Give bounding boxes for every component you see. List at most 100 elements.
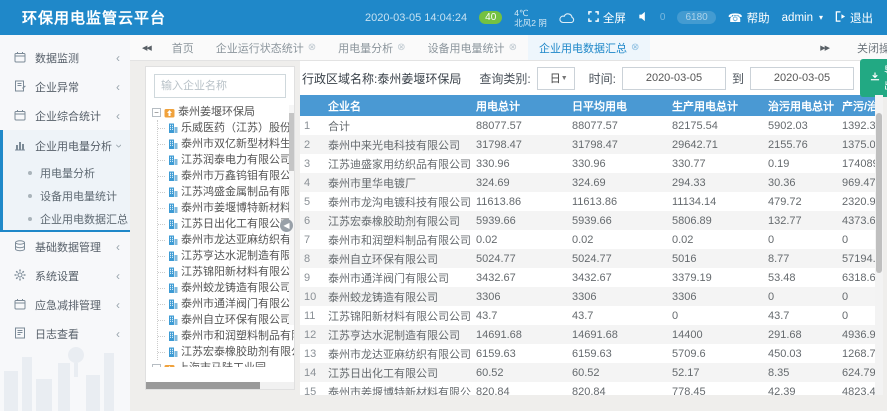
table-row[interactable]: 7泰州市和润塑料制品有限公司0.020.020.0200 [300, 230, 875, 249]
tree-company-node[interactable]: 乐威医药（江苏）股份有限公司 [158, 120, 294, 136]
table-cell: 泰州蛟龙铸造有限公司 [324, 287, 472, 306]
chevron-left-icon: ‹ [116, 52, 120, 64]
tree-company-node[interactable]: 江苏日出化工有限公司 [158, 216, 294, 232]
tab-1[interactable]: 企业运行状态统计⊗ [205, 35, 327, 61]
table-row[interactable]: 15泰州市姜堰博特新材料有限公司820.84820.84778.4542.394… [300, 382, 875, 395]
sidebar-subitem-1[interactable]: 设备用电量统计 [3, 184, 130, 207]
table-cell: 3306 [472, 287, 568, 306]
table-row[interactable]: 11江苏锦阳新材料有限公司公司43.743.7043.70 [300, 306, 875, 325]
tree-company-node[interactable]: 泰州自立环保有限公司 [158, 312, 294, 328]
tab-4[interactable]: 企业用电数据汇总⊗ [528, 35, 650, 61]
table-cell: 合计 [324, 116, 472, 135]
table-row[interactable]: 14江苏日出化工有限公司60.5260.5252.178.35624.79 [300, 363, 875, 382]
tree-company-node[interactable]: 泰州市姜堰博特新材料有限公司 [158, 200, 294, 216]
tree-company-node[interactable]: 江苏鸿盛金属制品有限公司 [158, 184, 294, 200]
row-index-cell: 1 [300, 116, 324, 135]
row-index-cell: 3 [300, 154, 324, 173]
chevron-left-icon: ‹ [116, 110, 120, 122]
table-cell: 0.19 [764, 154, 838, 173]
tree-children: 乐威医药（江苏）股份有限公司泰州市双亿新型材料生产有限公司江苏润泰电力有限公司泰… [157, 120, 294, 360]
tree-vertical-scrollbar[interactable] [289, 105, 294, 325]
table-row[interactable]: 10泰州蛟龙铸造有限公司33063306330600 [300, 287, 875, 306]
table-vertical-scrollbar[interactable] [875, 95, 883, 395]
export-button[interactable]: 导出 [860, 59, 887, 97]
table-cell: 5709.6 [668, 344, 764, 363]
date-to-input[interactable] [750, 67, 854, 90]
table-row[interactable]: 8泰州自立环保有限公司5024.775024.7750168.7757194.9… [300, 249, 875, 268]
tree-node-label: 泰州姜堰环保局 [178, 104, 255, 120]
table-cell: 479.72 [764, 192, 838, 211]
table-cell: 11134.14 [668, 192, 764, 211]
tree-company-node[interactable]: 江苏亨达水泥制造有限公司 [158, 248, 294, 264]
tree-company-node[interactable]: 泰州市和润塑料制品有限公司 [158, 328, 294, 344]
tree-expand-toggle[interactable]: − [152, 108, 161, 117]
sidebar-item-5[interactable]: 系统设置‹ [0, 261, 130, 290]
tree-company-node[interactable]: 泰州市双亿新型材料生产有限公司 [158, 136, 294, 152]
sidebar-subitem-2[interactable]: 企业用电数据汇总 [3, 207, 130, 230]
tree-company-node[interactable]: 泰州市通洋阀门有限公司 [158, 296, 294, 312]
wind: 北风2 [514, 18, 536, 28]
chevron-left-icon: ‹ [116, 81, 120, 93]
table-cell: 5902.03 [764, 116, 838, 135]
tree-company-node[interactable]: 江苏润泰电力有限公司 [158, 152, 294, 168]
tree-horizontal-scrollbar[interactable] [146, 382, 294, 389]
logout-button[interactable]: 退出 [835, 10, 873, 26]
tab-0[interactable]: 首页 [161, 35, 205, 61]
speaker-icon[interactable] [638, 9, 648, 27]
table-row[interactable]: 9泰州市通洋阀门有限公司3432.673432.673379.1953.4863… [300, 268, 875, 287]
table-row[interactable]: 1合计88077.5788077.5782175.545902.031392.3… [300, 116, 875, 135]
table-cell: 0 [838, 287, 875, 306]
tab-close-icon[interactable]: ⊗ [631, 42, 639, 53]
table-row[interactable]: 2泰州中来光电科技有限公司31798.4731798.4729642.71215… [300, 135, 875, 154]
sidebar-item-3[interactable]: 企业用电量分析‹ [3, 130, 130, 161]
user-menu[interactable]: admin ▾ [782, 12, 823, 24]
tree-company-node[interactable]: 泰州市龙达亚麻纺织有限公司 [158, 232, 294, 248]
tree-collapse-button[interactable]: ◀ [280, 219, 293, 232]
fullscreen-button[interactable]: 全屏 [588, 10, 626, 26]
table-row[interactable]: 12江苏亨达水泥制造有限公司14691.6814691.6814400291.6… [300, 325, 875, 344]
table-row[interactable]: 3江苏迪盛家用纺织品有限公司330.96330.96330.770.191740… [300, 154, 875, 173]
tree-company-node[interactable]: 江苏锦阳新材料有限公司公司 [158, 264, 294, 280]
tab-close-icon[interactable]: ⊗ [509, 42, 517, 53]
table-cell: 82175.54 [668, 116, 764, 135]
sidebar-item-label: 企业综合统计 [35, 108, 101, 124]
scroll-tabs-left-button[interactable]: ◀◀ [130, 44, 161, 52]
sidebar-item-6[interactable]: 应急减排管理‹ [0, 290, 130, 319]
close-operations-menu[interactable]: 关闭操作 [857, 40, 887, 56]
table-cell: 31798.47 [472, 135, 568, 154]
tree-connector [158, 160, 165, 161]
help-button[interactable]: ☎ 帮助 [728, 10, 770, 26]
table-cell: 11613.86 [472, 192, 568, 211]
table-cell: 5016 [668, 249, 764, 268]
table-cell: 14400 [668, 325, 764, 344]
company-search-input[interactable] [154, 74, 286, 98]
table-row[interactable]: 13泰州市龙达亚麻纺织有限公司6159.636159.635709.6450.0… [300, 344, 875, 363]
tree-root-node[interactable]: −上海市马陆工业园 [152, 360, 294, 367]
sidebar-item-0[interactable]: 数据监测‹ [0, 43, 130, 72]
table-cell: 624.79 [838, 363, 875, 382]
sidebar-item-1[interactable]: 企业异常‹ [0, 72, 130, 101]
table-cell: 0.02 [668, 230, 764, 249]
sidebar-item-2[interactable]: 企业综合统计 ‹ [0, 101, 130, 130]
scroll-tabs-right-button[interactable]: ▶▶ [808, 44, 839, 52]
table-row[interactable]: 4泰州市里华电镀厂324.69324.69294.3330.36969.47 [300, 173, 875, 192]
table-cell: 324.69 [568, 173, 668, 192]
building-icon [168, 171, 178, 181]
tab-close-icon[interactable]: ⊗ [397, 42, 405, 53]
tree-root-node[interactable]: − 泰州姜堰环保局 [152, 104, 294, 120]
query-type-select[interactable]: 日 ▼ [537, 67, 575, 90]
tree-company-node[interactable]: 江苏宏泰橡胶助剂有限公司 [158, 344, 294, 360]
tab-close-icon[interactable]: ⊗ [308, 42, 316, 53]
sidebar-subitem-0[interactable]: 用电量分析 [3, 161, 130, 184]
date-from-input[interactable] [622, 67, 726, 90]
tree-company-node[interactable]: 泰州市万鑫钨钼有限公司 [158, 168, 294, 184]
table-row[interactable]: 6江苏宏泰橡胶助剂有限公司5939.665939.665806.89132.77… [300, 211, 875, 230]
tab-3[interactable]: 设备用电量统计⊗ [417, 35, 528, 61]
tab-2[interactable]: 用电量分析⊗ [327, 35, 416, 61]
building-icon [168, 283, 178, 293]
table-row[interactable]: 5泰州市龙沟电镀科技有限公司11613.8611613.8611134.1447… [300, 192, 875, 211]
sidebar-item-4[interactable]: 基础数据管理‹ [0, 232, 130, 261]
sky: 阴 [538, 18, 547, 28]
tree-company-node[interactable]: 泰州蛟龙铸造有限公司 [158, 280, 294, 296]
tree-expand-toggle[interactable]: − [152, 364, 161, 368]
